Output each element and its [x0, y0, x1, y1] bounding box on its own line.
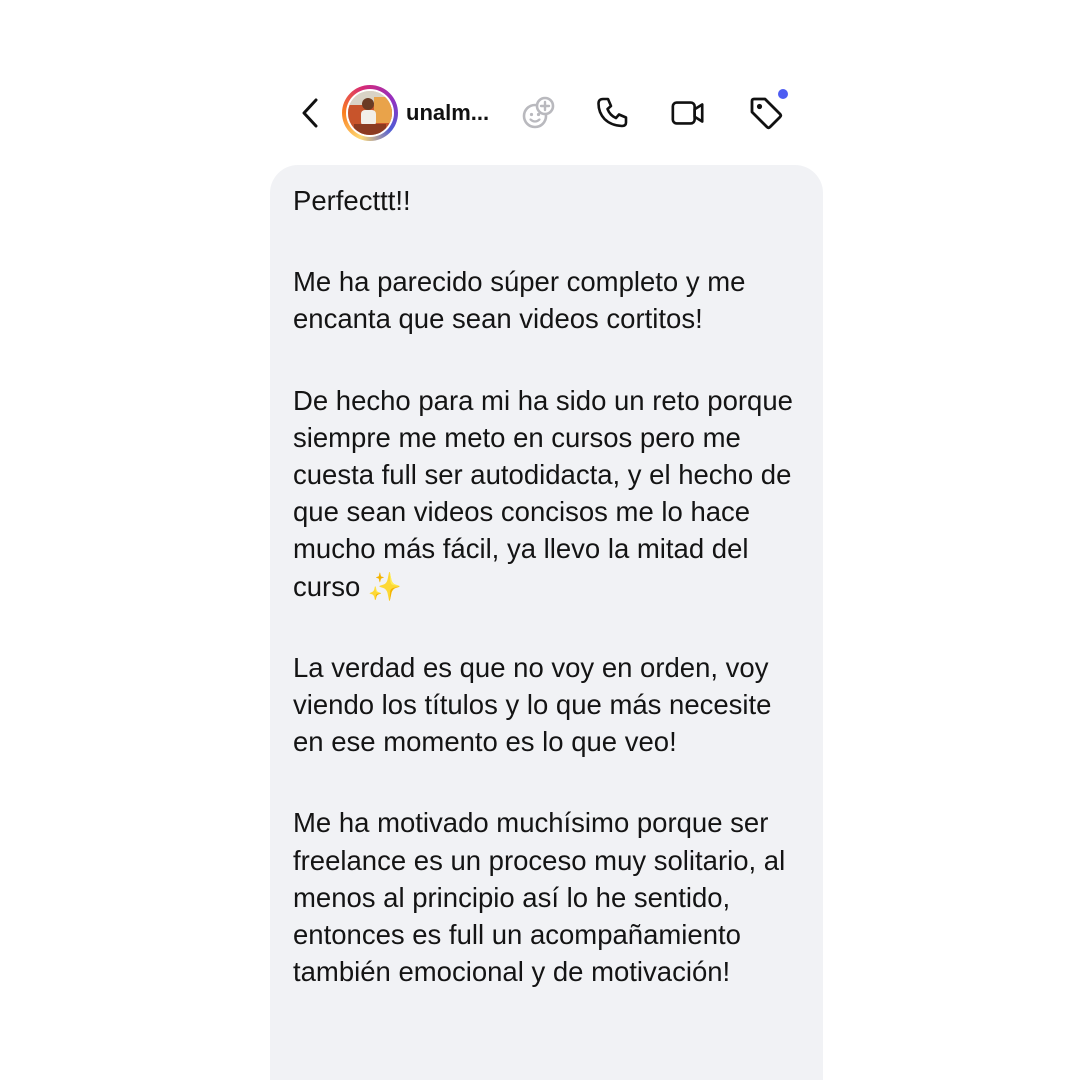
add-effect-button[interactable]: [520, 95, 556, 131]
video-camera-icon: [671, 101, 704, 125]
add-effect-icon: [522, 96, 555, 129]
message-paragraph: Perfecttt!!: [293, 185, 411, 216]
avatar: [348, 91, 392, 135]
tag-button[interactable]: [748, 89, 788, 131]
message-paragraph: La verdad es que no voy en orden, voy vi…: [293, 651, 772, 758]
chat-header: unalm...: [280, 80, 810, 146]
phone-icon: [597, 97, 628, 128]
message-paragraph: Me ha parecido súper completo y me encan…: [293, 266, 746, 335]
audio-call-button[interactable]: [594, 95, 630, 131]
message-bubble[interactable]: Perfecttt!! Me ha parecido súper complet…: [270, 165, 823, 1080]
notification-dot: [778, 89, 788, 99]
message-paragraph: De hecho para mi ha sido un reto porque …: [293, 384, 793, 602]
video-call-button[interactable]: [670, 95, 706, 131]
tag-icon: [750, 97, 783, 130]
message-text: Perfecttt!! Me ha parecido súper complet…: [293, 182, 803, 1034]
dm-conversation-screen: unalm... Perfecttt!! Me ha parecido súpe…: [0, 0, 1080, 1080]
username[interactable]: unalm...: [406, 100, 489, 126]
chevron-left-icon: [302, 98, 318, 128]
avatar-photo: [348, 91, 392, 135]
back-button[interactable]: [296, 96, 324, 130]
message-paragraph: Me ha motivado muchísimo porque ser free…: [293, 807, 786, 988]
avatar-story-ring[interactable]: [342, 85, 398, 141]
